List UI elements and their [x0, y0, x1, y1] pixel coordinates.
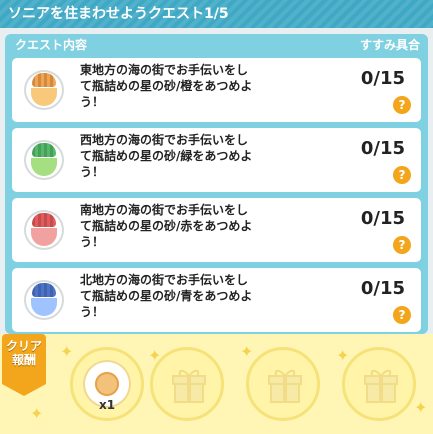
- clear-reward-badge: クリア 報酬: [2, 334, 46, 396]
- reward-slot[interactable]: [342, 347, 416, 421]
- gift-icon: [172, 369, 206, 403]
- quest-progress: 0/15: [360, 278, 405, 299]
- bottle-cap: [32, 73, 56, 87]
- sparkle-icon: ✦: [414, 398, 428, 417]
- reward-item-icon: [95, 372, 119, 396]
- help-icon[interactable]: ?: [393, 236, 411, 254]
- reward-area: クリア 報酬 ✦ ✦ ✦ ✦ ✦ ✦ x1: [0, 334, 433, 434]
- quest-panel: クエスト内容 すすみ具合 東地方の海の街でお手伝いをし て瓶詰めの星の砂/橙をあ…: [5, 34, 428, 334]
- star-sand-orange-icon: [24, 70, 64, 110]
- bottle-sand: [31, 298, 57, 316]
- quest-progress: 0/15: [360, 68, 405, 89]
- help-icon[interactable]: ?: [393, 306, 411, 324]
- quest-row: 南地方の海の街でお手伝いをし て瓶詰めの星の砂/赤をあつめよ う！ 0/15 ?: [12, 198, 421, 262]
- progress-header: すすみ具合: [359, 38, 420, 52]
- reward-slot[interactable]: [246, 347, 320, 421]
- quest-row: 西地方の海の街でお手伝いをし て瓶詰めの星の砂/緑をあつめよ う！ 0/15 ?: [12, 128, 421, 192]
- reward-quantity: x1: [98, 398, 116, 412]
- star-sand-blue-icon: [24, 280, 64, 320]
- star-sand-green-icon: [24, 140, 64, 180]
- quest-text: 北地方の海の街でお手伝いをし て瓶詰めの星の砂/青をあつめよ う！: [80, 273, 253, 319]
- bottle-sand: [31, 158, 57, 176]
- quest-text: 南地方の海の街でお手伝いをし て瓶詰めの星の砂/赤をあつめよ う！: [80, 203, 253, 249]
- reward-slot[interactable]: x1: [70, 347, 144, 421]
- title-bar: ソニアを住まわせようクエスト1/5: [0, 0, 433, 28]
- help-icon[interactable]: ?: [393, 166, 411, 184]
- sparkle-icon: ✦: [30, 404, 44, 423]
- bottle-sand: [31, 228, 57, 246]
- quest-text: 東地方の海の街でお手伝いをし て瓶詰めの星の砂/橙をあつめよ う！: [80, 63, 253, 109]
- quest-text: 西地方の海の街でお手伝いをし て瓶詰めの星の砂/緑をあつめよ う！: [80, 133, 253, 179]
- bottle-cap: [32, 283, 56, 297]
- panel-header: クエスト内容 すすみ具合: [5, 34, 428, 56]
- quest-row: 東地方の海の街でお手伝いをし て瓶詰めの星の砂/橙をあつめよ う！ 0/15 ?: [12, 58, 421, 122]
- sparkle-icon: ✦: [336, 346, 350, 365]
- help-icon[interactable]: ?: [393, 96, 411, 114]
- quest-progress: 0/15: [360, 138, 405, 159]
- bottle-cap: [32, 213, 56, 227]
- quest-title: ソニアを住まわせようクエスト1/5: [8, 6, 229, 22]
- quest-content-header: クエスト内容: [15, 38, 88, 52]
- clear-reward-label: クリア 報酬: [5, 339, 42, 367]
- quest-progress: 0/15: [360, 208, 405, 229]
- bottle-sand: [31, 88, 57, 106]
- gift-icon: [268, 369, 302, 403]
- quest-row: 北地方の海の街でお手伝いをし て瓶詰めの星の砂/青をあつめよ う！ 0/15 ?: [12, 268, 421, 332]
- gift-icon: [364, 369, 398, 403]
- sparkle-icon: ✦: [240, 342, 254, 361]
- star-sand-red-icon: [24, 210, 64, 250]
- reward-slot[interactable]: [150, 347, 224, 421]
- sparkle-icon: ✦: [60, 342, 74, 361]
- bottle-cap: [32, 143, 56, 157]
